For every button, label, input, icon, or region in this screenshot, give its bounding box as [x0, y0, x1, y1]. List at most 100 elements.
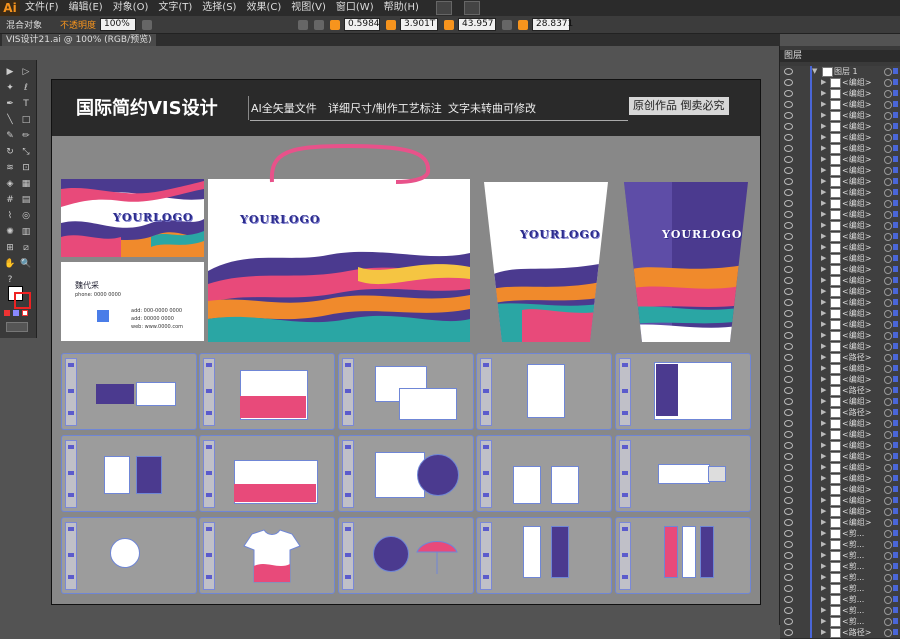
selection-indicator[interactable] — [893, 563, 898, 569]
selection-indicator[interactable] — [893, 607, 898, 613]
selection-indicator[interactable] — [893, 101, 898, 107]
line-tool-icon[interactable]: ╲ — [4, 114, 16, 126]
selection-indicator[interactable] — [893, 134, 898, 140]
visibility-eye-icon[interactable] — [784, 530, 793, 537]
chevron-right-icon[interactable]: ▶ — [821, 562, 826, 570]
visibility-eye-icon[interactable] — [784, 486, 793, 493]
selection-indicator[interactable] — [893, 442, 898, 448]
chevron-right-icon[interactable]: ▶ — [821, 496, 826, 504]
visibility-eye-icon[interactable] — [784, 387, 793, 394]
selection-indicator[interactable] — [893, 112, 898, 118]
visibility-eye-icon[interactable] — [784, 112, 793, 119]
selection-indicator[interactable] — [893, 68, 898, 74]
selection-indicator[interactable] — [893, 167, 898, 173]
target-icon[interactable] — [884, 530, 892, 538]
visibility-eye-icon[interactable] — [784, 574, 793, 581]
target-icon[interactable] — [884, 255, 892, 263]
target-icon[interactable] — [884, 541, 892, 549]
selection-indicator[interactable] — [893, 211, 898, 217]
visibility-eye-icon[interactable] — [784, 288, 793, 295]
visibility-eye-icon[interactable] — [784, 222, 793, 229]
visibility-eye-icon[interactable] — [784, 299, 793, 306]
chevron-right-icon[interactable]: ▶ — [821, 441, 826, 449]
target-icon[interactable] — [884, 563, 892, 571]
selection-indicator[interactable] — [893, 343, 898, 349]
target-icon[interactable] — [884, 266, 892, 274]
target-icon[interactable] — [884, 508, 892, 516]
selection-indicator[interactable] — [893, 552, 898, 558]
selection-indicator[interactable] — [893, 365, 898, 371]
cell-banner-stand[interactable] — [476, 517, 612, 594]
target-icon[interactable] — [884, 178, 892, 186]
color-mode-icon[interactable] — [4, 310, 10, 316]
target-icon[interactable] — [884, 585, 892, 593]
target-icon[interactable] — [884, 629, 892, 637]
chevron-right-icon[interactable]: ▶ — [821, 474, 826, 482]
slice-tool-icon[interactable]: ⧄ — [20, 242, 32, 254]
target-icon[interactable] — [884, 299, 892, 307]
menu-edit[interactable]: 编辑(E) — [64, 0, 108, 16]
chevron-right-icon[interactable]: ▶ — [821, 342, 826, 350]
selection-indicator[interactable] — [893, 156, 898, 162]
visibility-eye-icon[interactable] — [784, 178, 793, 185]
chevron-right-icon[interactable]: ▶ — [821, 331, 826, 339]
chevron-right-icon[interactable]: ▶ — [821, 397, 826, 405]
magic-wand-tool-icon[interactable]: ✦ — [4, 82, 16, 94]
cell-stationery-cards[interactable] — [61, 353, 197, 430]
chevron-right-icon[interactable]: ▶ — [821, 386, 826, 394]
target-icon[interactable] — [884, 90, 892, 98]
gradient-mode-icon[interactable] — [13, 310, 19, 316]
arrange-documents-button[interactable] — [463, 1, 480, 15]
selection-indicator[interactable] — [893, 530, 898, 536]
chevron-right-icon[interactable]: ▶ — [821, 375, 826, 383]
target-icon[interactable] — [884, 607, 892, 615]
chevron-right-icon[interactable]: ▶ — [821, 353, 826, 361]
target-icon[interactable] — [884, 552, 892, 560]
chevron-right-icon[interactable]: ▶ — [821, 628, 826, 636]
chevron-right-icon[interactable]: ▶ — [821, 573, 826, 581]
bridge-button[interactable] — [435, 1, 452, 15]
target-icon[interactable] — [884, 79, 892, 87]
visibility-eye-icon[interactable] — [784, 189, 793, 196]
selection-indicator[interactable] — [893, 541, 898, 547]
visibility-eye-icon[interactable] — [784, 90, 793, 97]
w-field[interactable]: 43.957 — [458, 18, 497, 31]
selection-indicator[interactable] — [893, 596, 898, 602]
chevron-right-icon[interactable]: ▶ — [821, 364, 826, 372]
chevron-down-icon[interactable]: ▼ — [812, 67, 817, 75]
selection-indicator[interactable] — [893, 178, 898, 184]
x-field[interactable]: 0.5984 — [344, 18, 381, 31]
lasso-tool-icon[interactable]: ℓ — [20, 82, 32, 94]
none-mode-icon[interactable] — [22, 310, 28, 316]
visibility-eye-icon[interactable] — [784, 398, 793, 405]
chevron-right-icon[interactable]: ▶ — [821, 430, 826, 438]
selection-indicator[interactable] — [893, 244, 898, 250]
visibility-eye-icon[interactable] — [784, 596, 793, 603]
target-icon[interactable] — [884, 167, 892, 175]
chevron-right-icon[interactable]: ▶ — [821, 254, 826, 262]
selection-indicator[interactable] — [893, 90, 898, 96]
target-icon[interactable] — [884, 453, 892, 461]
card-back[interactable]: 魏代采 phone: 0000 0000 add: 000-0000 0000 … — [61, 262, 204, 341]
menu-effect[interactable]: 效果(C) — [241, 0, 286, 16]
visibility-eye-icon[interactable] — [784, 255, 793, 262]
menu-view[interactable]: 视图(V) — [286, 0, 331, 16]
chevron-right-icon[interactable]: ▶ — [821, 287, 826, 295]
target-icon[interactable] — [884, 574, 892, 582]
chevron-right-icon[interactable]: ▶ — [821, 540, 826, 548]
chevron-right-icon[interactable]: ▶ — [821, 100, 826, 108]
chevron-right-icon[interactable]: ▶ — [821, 155, 826, 163]
chevron-right-icon[interactable]: ▶ — [821, 309, 826, 317]
target-icon[interactable] — [884, 519, 892, 527]
selection-indicator[interactable] — [893, 497, 898, 503]
chevron-right-icon[interactable]: ▶ — [821, 529, 826, 537]
menu-object[interactable]: 对象(O) — [108, 0, 154, 16]
target-icon[interactable] — [884, 343, 892, 351]
gradient-tool-icon[interactable]: ▤ — [20, 194, 32, 206]
visibility-eye-icon[interactable] — [784, 585, 793, 592]
layer-row[interactable]: ▶ <路径> — [780, 627, 900, 639]
chevron-right-icon[interactable]: ▶ — [821, 408, 826, 416]
visibility-eye-icon[interactable] — [784, 211, 793, 218]
chevron-right-icon[interactable]: ▶ — [821, 606, 826, 614]
free-transform-tool-icon[interactable]: ⊡ — [20, 162, 32, 174]
